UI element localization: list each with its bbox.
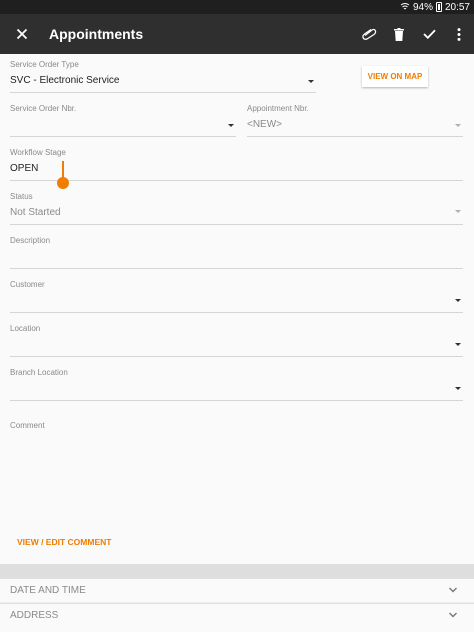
page-title: Appointments — [49, 26, 144, 42]
field-underline — [10, 180, 463, 181]
field-label: Appointment Nbr. — [247, 104, 309, 113]
field-underline — [10, 224, 463, 225]
dropdown-arrow-icon — [455, 387, 461, 390]
field-underline — [247, 136, 463, 137]
customer-field[interactable]: Customer — [10, 280, 463, 314]
section-date-and-time[interactable]: DATE AND TIME — [0, 578, 474, 602]
clock: 20:57 — [444, 1, 470, 13]
field-underline — [10, 136, 236, 137]
section-title: DATE AND TIME — [10, 585, 86, 596]
view-on-map-button[interactable]: VIEW ON MAP — [362, 66, 428, 87]
section-address[interactable]: ADDRESS — [0, 603, 474, 632]
status-bar: 94% 20:57 — [0, 0, 474, 14]
field-label: Description — [10, 236, 51, 245]
checkmark-icon — [422, 29, 436, 39]
signal-icon — [400, 3, 410, 10]
field-underline — [10, 356, 463, 357]
view-edit-comment-button[interactable]: VIEW / EDIT COMMENT — [17, 537, 111, 547]
status-value: Not Started — [10, 207, 61, 218]
delete-button[interactable] — [384, 14, 414, 54]
battery-percent: 94% — [412, 1, 433, 13]
field-underline — [10, 92, 316, 93]
dropdown-arrow-icon — [455, 343, 461, 346]
dropdown-arrow-icon — [455, 210, 461, 213]
section-divider — [0, 564, 474, 578]
status-field: Status Not Started — [10, 192, 463, 226]
field-label: Location — [10, 324, 41, 333]
attach-button[interactable] — [354, 14, 384, 54]
service-order-type-field[interactable]: Service Order Type SVC - Electronic Serv… — [10, 60, 316, 94]
field-label: Service Order Nbr. — [10, 104, 77, 113]
workflow-stage-field[interactable]: Workflow Stage OPEN — [10, 148, 463, 182]
appointment-form: Service Order Type SVC - Electronic Serv… — [0, 54, 474, 564]
dropdown-arrow-icon — [455, 124, 461, 127]
dropdown-arrow-icon — [455, 299, 461, 302]
field-label: Customer — [10, 280, 45, 289]
field-label: Workflow Stage — [10, 148, 66, 157]
dropdown-arrow-icon — [228, 124, 234, 127]
text-cursor — [62, 161, 64, 178]
field-label: Branch Location — [10, 368, 68, 377]
field-underline — [10, 268, 463, 269]
service-order-type-value: SVC - Electronic Service — [10, 75, 120, 86]
workflow-stage-value: OPEN — [10, 163, 39, 174]
close-icon — [16, 28, 28, 40]
paperclip-icon — [362, 28, 377, 40]
field-underline — [10, 400, 463, 401]
section-title: ADDRESS — [10, 610, 59, 621]
battery-icon — [435, 2, 442, 12]
trash-icon — [394, 27, 404, 41]
description-field[interactable]: Description — [10, 236, 463, 270]
app-bar: Appointments — [0, 14, 474, 54]
appointment-nbr-field: Appointment Nbr. <NEW> — [247, 104, 463, 138]
field-label: Comment — [10, 421, 45, 430]
field-label: Status — [10, 192, 33, 201]
chevron-down-icon — [449, 587, 457, 593]
comment-field[interactable]: Comment — [10, 421, 463, 521]
field-underline — [10, 312, 463, 313]
location-field[interactable]: Location — [10, 324, 463, 358]
more-vert-icon — [457, 27, 461, 41]
dropdown-arrow-icon — [308, 80, 314, 83]
save-button[interactable] — [414, 14, 444, 54]
close-button[interactable] — [0, 14, 44, 54]
branch-location-field[interactable]: Branch Location — [10, 368, 463, 402]
chevron-down-icon — [449, 612, 457, 618]
more-menu-button[interactable] — [444, 14, 474, 54]
appointment-nbr-value: <NEW> — [247, 119, 283, 130]
field-label: Service Order Type — [10, 60, 79, 69]
service-order-nbr-field[interactable]: Service Order Nbr. — [10, 104, 236, 138]
cursor-handle[interactable] — [57, 177, 69, 189]
